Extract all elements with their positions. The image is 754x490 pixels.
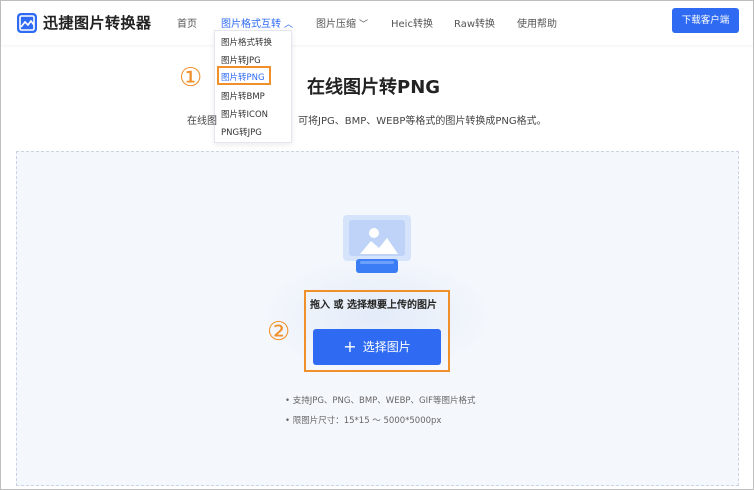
nav-heic[interactable]: Heic转换 [391,15,433,30]
dropdown-item-to-icon[interactable]: 图片转ICON [221,108,268,120]
step-one-marker: ① [179,63,203,93]
nav-help[interactable]: 使用帮助 [517,15,557,30]
select-image-button[interactable]: + 选择图片 [313,329,441,365]
size-note: • 限图片尺寸：15*15 ～ 5000*5000px [285,416,442,426]
format-note: • 支持JPG、PNG、BMP、WEBP、GIF等图片格式 [285,396,476,406]
nav-home[interactable]: 首页 [177,15,197,30]
dropdown-item-to-jpg[interactable]: 图片转JPG [221,54,261,66]
brand-name[interactable]: 迅捷图片转换器 [43,12,152,33]
nav-compress[interactable]: 图片压缩 ﹀ [316,15,368,30]
dropdown-item-png-to-jpg[interactable]: PNG转JPG [221,126,262,138]
plus-icon: + [343,337,357,356]
dropdown-item-format-convert[interactable]: 图片格式转换 [221,36,272,48]
nav-format-convert-label: 图片格式互转 [221,19,281,30]
select-image-label: 选择图片 [362,340,411,354]
nav-raw[interactable]: Raw转换 [454,15,495,30]
dropdown-highlight-box [217,66,271,85]
chevron-up-icon: ︿ [284,20,294,30]
page-title: 在线图片转PNG [307,77,441,98]
image-upload-illustration [343,215,411,273]
page-desc-left: 在线图 [187,116,217,127]
download-client-button[interactable]: 下载客户端 [672,8,739,33]
top-header: 迅捷图片转换器 [1,1,753,45]
chevron-down-icon: ﹀ [359,20,369,30]
page-desc-right: 可将JPG、BMP、WEBP等格式的图片转换成PNG格式。 [298,116,547,127]
image-logo-icon[interactable] [16,12,38,34]
nav-compress-label: 图片压缩 [316,19,356,30]
upload-hint: 拖入 或 选择想要上传的图片 [310,300,437,311]
dropdown-item-to-bmp[interactable]: 图片转BMP [221,90,265,102]
nav-format-convert[interactable]: 图片格式互转 ︿ [221,15,293,30]
step-two-marker: ② [267,317,291,347]
